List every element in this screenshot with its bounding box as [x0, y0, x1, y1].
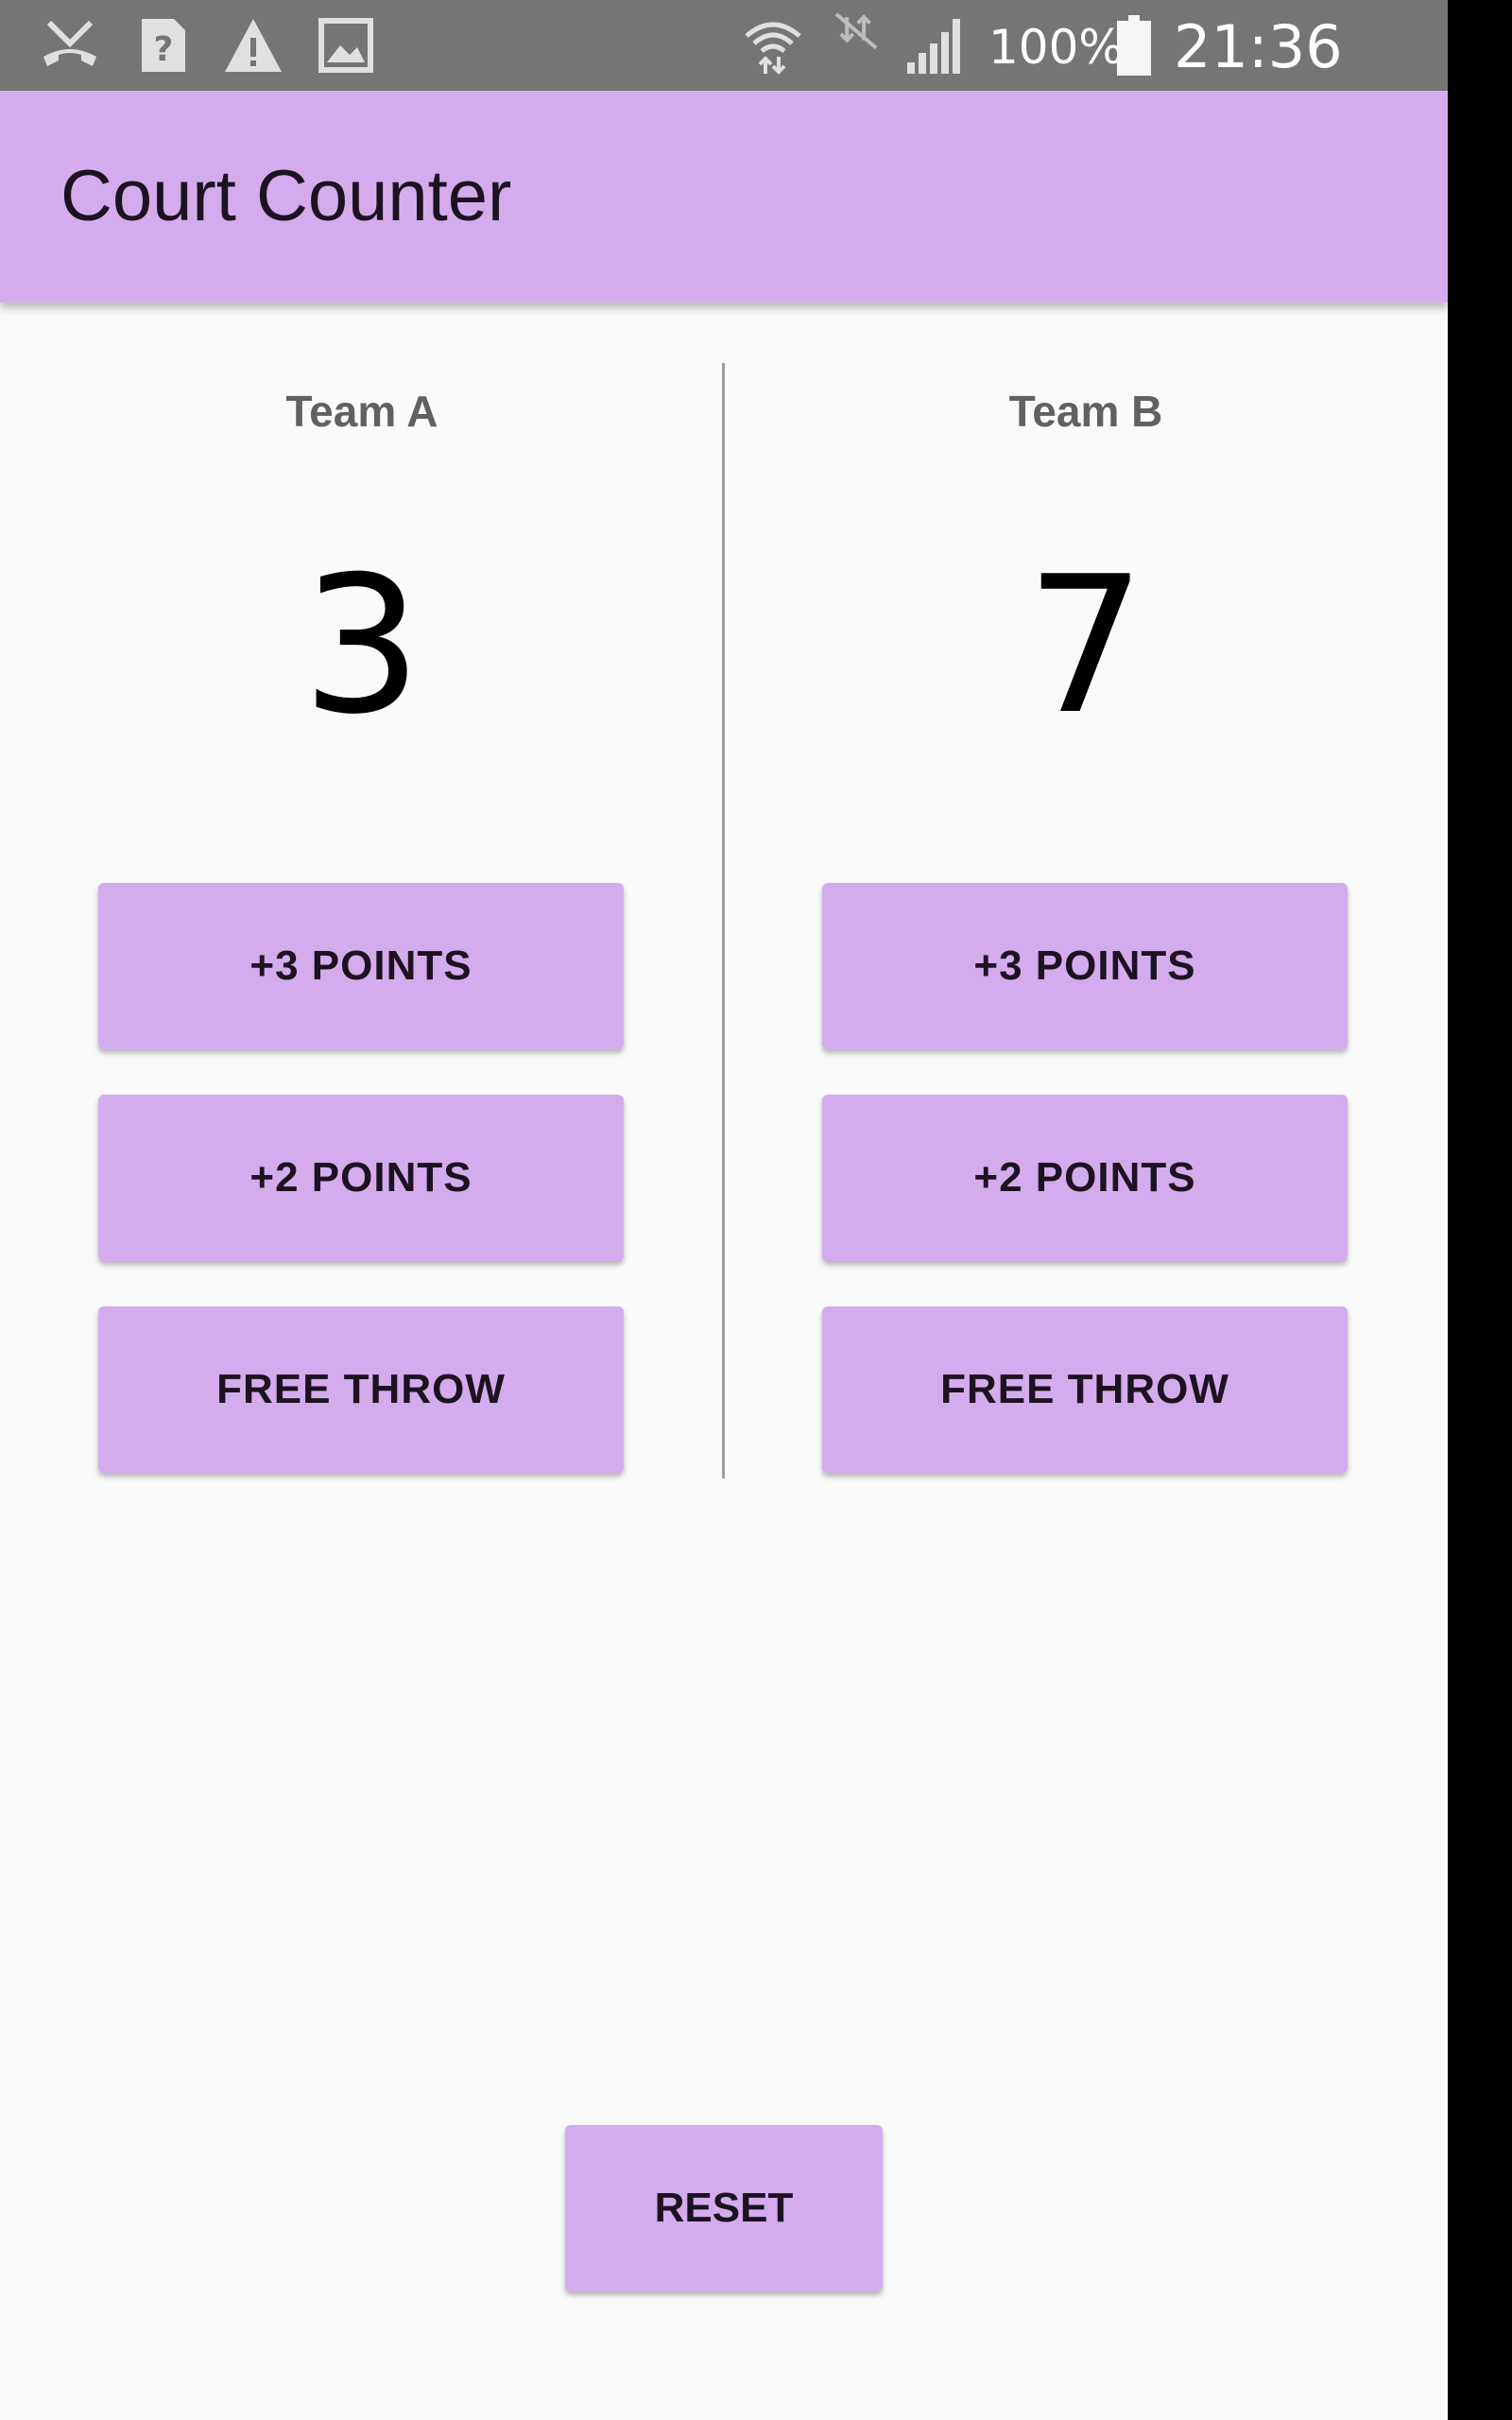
wifi-icon: [745, 22, 801, 75]
team-a-free-throw-button[interactable]: FREE THROW: [98, 1306, 624, 1473]
no-mobile-data-icon: [834, 12, 878, 50]
team-a-column: Team A 3 +3 POINTS +2 POINTS FREE THROW: [0, 363, 724, 1478]
team-b-name: Team B: [1008, 387, 1163, 436]
cell-signal-icon: [907, 19, 960, 74]
team-a-name: Team A: [285, 387, 438, 436]
unknown-file-icon: ?: [142, 19, 185, 72]
app-title: Court Counter: [60, 156, 512, 236]
app-screen: ? 100% 21:36 Court Counter Team A 3 +3 P…: [0, 0, 1448, 2420]
team-a-plus-2-button[interactable]: +2 POINTS: [98, 1095, 624, 1261]
warning-icon: [225, 19, 282, 72]
status-bar: ? 100% 21:36: [0, 0, 1448, 91]
team-b-plus-3-button[interactable]: +3 POINTS: [822, 883, 1348, 1049]
clock: 21:36: [1174, 12, 1343, 81]
team-b-score: 7: [1025, 536, 1146, 756]
svg-text:?: ?: [154, 30, 174, 69]
team-b-column: Team B 7 +3 POINTS +2 POINTS FREE THROW: [724, 363, 1448, 1478]
team-a-plus-3-button[interactable]: +3 POINTS: [98, 883, 624, 1049]
team-b-free-throw-button[interactable]: FREE THROW: [822, 1306, 1348, 1473]
team-b-plus-2-button[interactable]: +2 POINTS: [822, 1095, 1348, 1261]
reset-button[interactable]: RESET: [565, 2125, 883, 2291]
missed-call-icon: [43, 20, 96, 66]
team-a-score: 3: [301, 536, 422, 756]
image-icon: [318, 18, 373, 73]
app-bar: Court Counter: [0, 91, 1448, 302]
battery-icon: [1117, 15, 1151, 76]
